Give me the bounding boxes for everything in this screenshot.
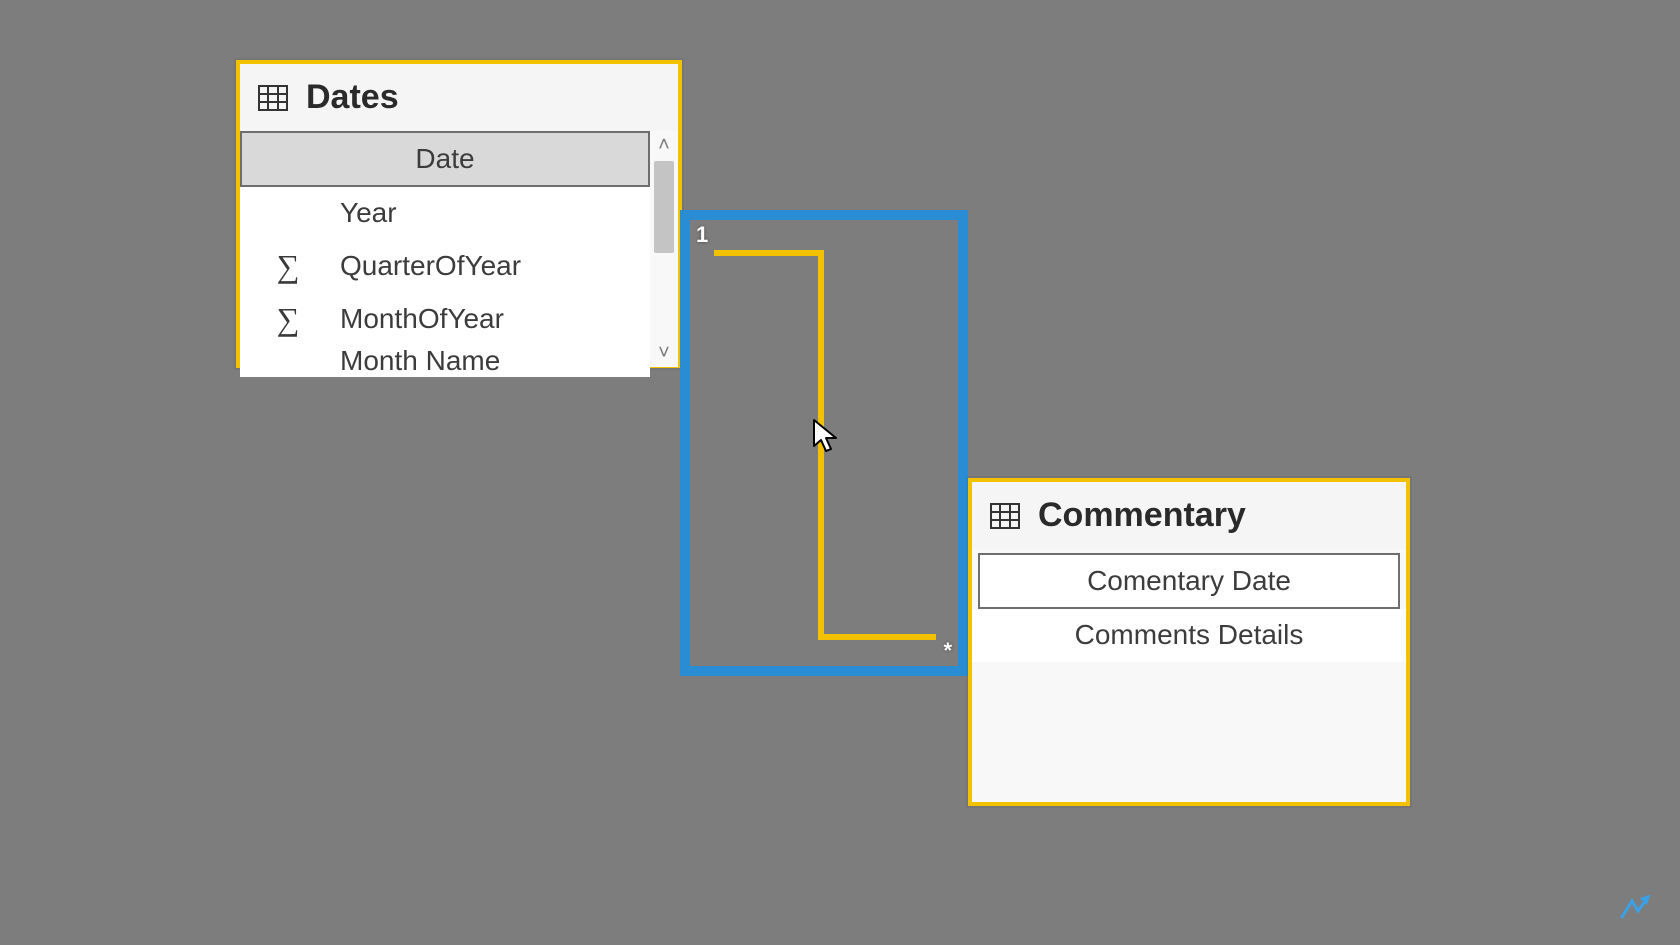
field-date[interactable]: Date [240, 131, 650, 187]
table-dates-body: Date Year ∑ QuarterOfYear ∑ MonthOfYear … [240, 131, 678, 367]
field-label: Comments Details [1075, 619, 1304, 651]
table-dates-fields: Date Year ∑ QuarterOfYear ∑ MonthOfYear … [240, 131, 650, 377]
field-monthofyear[interactable]: ∑ MonthOfYear [240, 293, 650, 346]
scroll-down-icon[interactable]: ˅ [650, 339, 678, 367]
field-label: Month Name [340, 345, 500, 377]
model-canvas[interactable]: Dates Date Year ∑ QuarterOfYear ∑ MonthO… [0, 0, 1680, 945]
relationship-line [818, 634, 936, 640]
brand-logo-icon [1618, 893, 1652, 923]
relationship-line [714, 250, 824, 256]
mouse-cursor-icon [812, 418, 840, 454]
field-monthname[interactable]: Month Name [240, 346, 650, 377]
table-dates-title: Dates [306, 78, 399, 117]
sigma-icon: ∑ [268, 301, 308, 338]
table-commentary[interactable]: Commentary Comentary Date Comments Detai… [968, 478, 1410, 806]
field-label: Comentary Date [1087, 565, 1291, 597]
table-dates[interactable]: Dates Date Year ∑ QuarterOfYear ∑ MonthO… [236, 60, 682, 368]
scroll-up-icon[interactable]: ˄ [650, 131, 678, 159]
cardinality-many: * [943, 638, 952, 664]
table-dates-header[interactable]: Dates [240, 64, 678, 131]
scrollbar[interactable]: ˄ ˅ [650, 131, 678, 367]
table-commentary-fields: Comentary Date Comments Details [972, 553, 1406, 662]
field-commentary-date[interactable]: Comentary Date [978, 553, 1400, 609]
table-icon [258, 85, 288, 111]
field-comments-details[interactable]: Comments Details [972, 609, 1406, 662]
scroll-thumb[interactable] [654, 161, 674, 253]
field-year[interactable]: Year [240, 187, 650, 240]
table-commentary-title: Commentary [1038, 496, 1246, 535]
table-commentary-header[interactable]: Commentary [972, 482, 1406, 549]
field-label: Date [415, 143, 474, 175]
cardinality-one: 1 [696, 222, 708, 248]
field-label: QuarterOfYear [340, 250, 521, 282]
table-commentary-body: Comentary Date Comments Details [972, 553, 1406, 662]
field-label: MonthOfYear [340, 303, 504, 335]
field-label: Year [340, 197, 397, 229]
table-icon [990, 503, 1020, 529]
field-quarterofyear[interactable]: ∑ QuarterOfYear [240, 240, 650, 293]
sigma-icon: ∑ [268, 248, 308, 285]
